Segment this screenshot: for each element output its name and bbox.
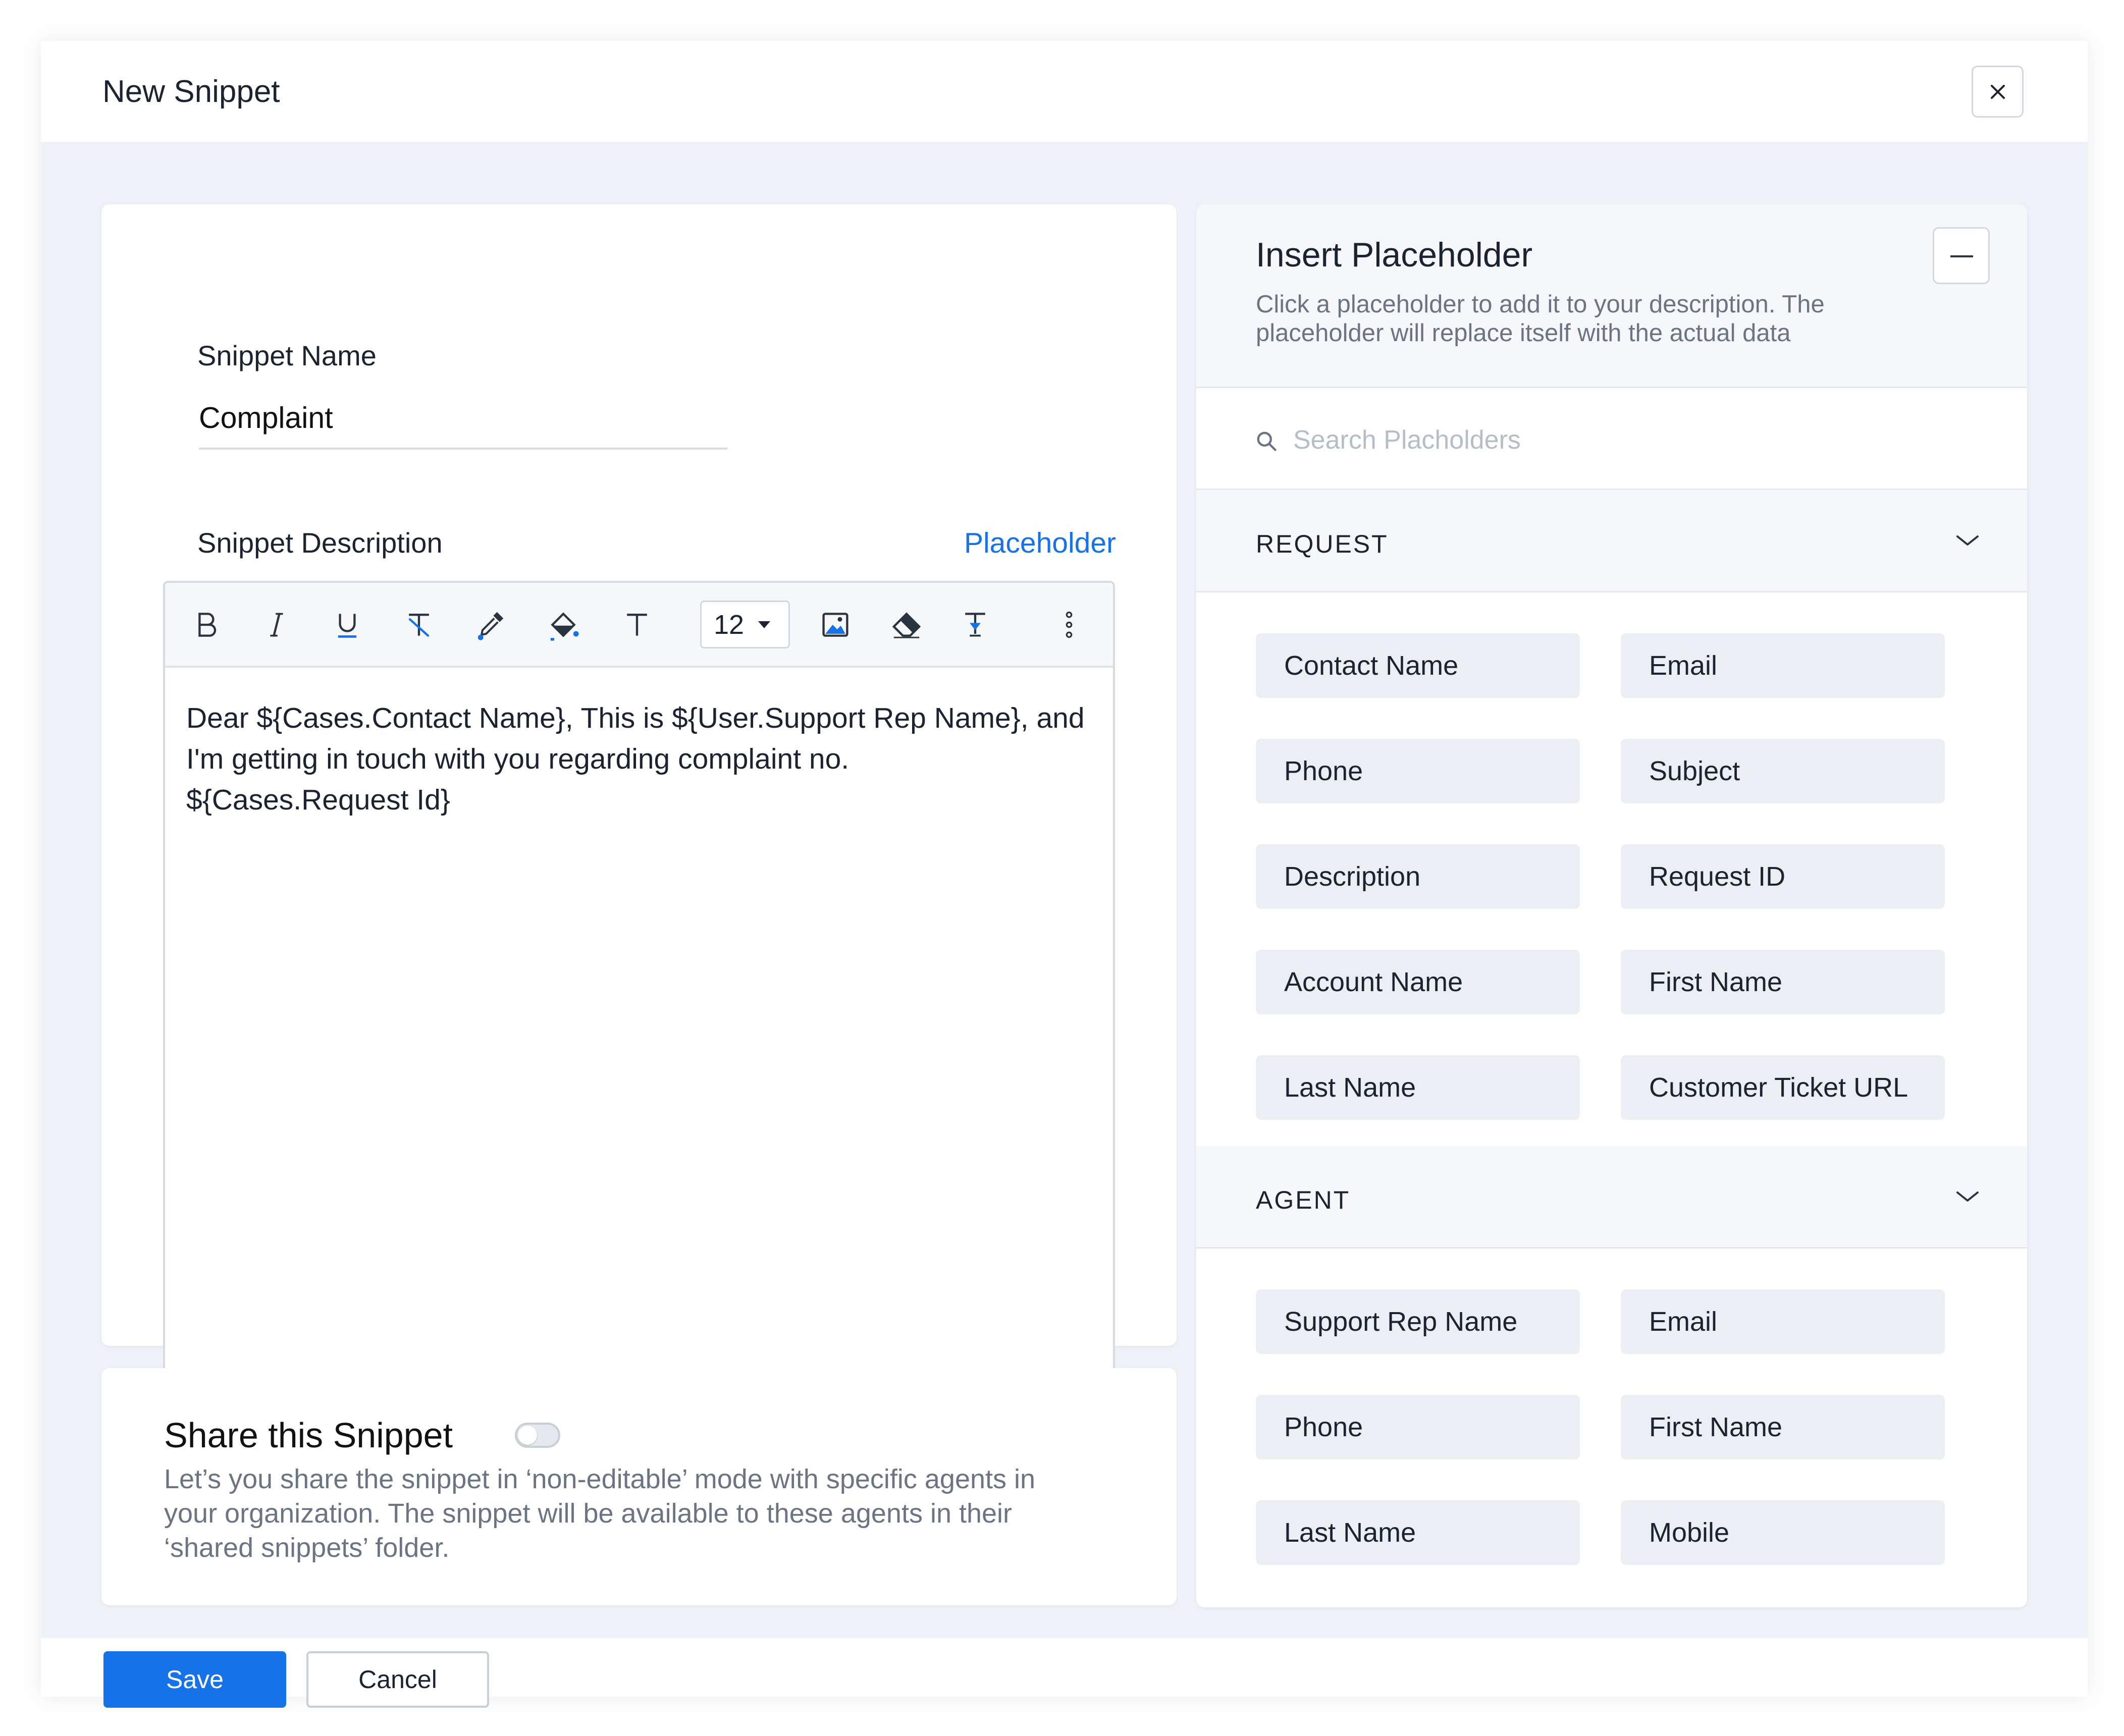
font-size-select[interactable]: 12 <box>700 601 790 648</box>
placeholder-chip[interactable]: First Name <box>1621 1395 1945 1459</box>
fill-color-button[interactable] <box>541 602 586 647</box>
panel-subtitle-line: Click a placeholder to add it to your de… <box>1256 291 1825 318</box>
share-description-line: ‘shared snippets’ folder. <box>164 1533 450 1563</box>
snippet-name-underline <box>199 448 727 450</box>
bold-icon <box>198 613 217 637</box>
placeholder-chip[interactable]: Mobile <box>1621 1500 1945 1565</box>
modal-body: Snippet Name Complaint Snippet Descripti… <box>41 142 2088 1638</box>
snippet-form-card: Snippet Name Complaint Snippet Descripti… <box>101 204 1177 1408</box>
placeholder-chip[interactable]: Customer Ticket URL <box>1621 1055 1945 1120</box>
placeholder-chip[interactable]: First Name <box>1621 950 1945 1014</box>
snippet-description-label: Snippet Description <box>197 527 443 559</box>
panel-subtitle-line: placeholder will replace itself with the… <box>1256 319 1791 347</box>
italic-button[interactable] <box>254 602 299 647</box>
chevron-down-icon <box>1956 1191 1979 1202</box>
font-size-value: 12 <box>714 609 745 640</box>
share-snippet-card: Share this Snippet Let’s you share the s… <box>101 1368 1177 1605</box>
panel-title: Insert Placeholder <box>1256 236 1533 274</box>
clear-format-icon <box>408 614 430 637</box>
underline-icon <box>338 614 356 638</box>
search-icon <box>1257 431 1277 451</box>
clear-format-button[interactable] <box>396 602 442 647</box>
italic-icon <box>270 613 283 637</box>
placeholder-chip[interactable]: Contact Name <box>1256 633 1580 698</box>
editor-line: ${Cases.Request Id} <box>186 784 450 816</box>
close-icon <box>1990 84 2005 99</box>
font-icon <box>627 614 647 636</box>
editor-content[interactable]: Dear ${Cases.Contact Name}, This is ${Us… <box>186 698 1085 821</box>
section-header-request[interactable]: REQUEST <box>1196 490 2027 592</box>
share-description-line: your organization. The snippet will be a… <box>164 1498 1013 1529</box>
editor-toolbar: 12 <box>165 583 1113 668</box>
placeholder-chip[interactable]: Email <box>1621 1289 1945 1354</box>
placeholder-search <box>1196 388 2027 490</box>
placeholder-chip[interactable]: Last Name <box>1256 1500 1580 1565</box>
snippet-name-label: Snippet Name <box>197 340 377 371</box>
minimize-button[interactable] <box>1933 227 1990 284</box>
panel-header: Insert Placeholder Click a placeholder t… <box>1196 204 2027 388</box>
underline-button[interactable] <box>325 602 370 647</box>
placeholder-chip[interactable]: Description <box>1256 844 1580 909</box>
more-vertical-icon <box>1066 611 1073 638</box>
fill-color-icon <box>550 612 579 641</box>
placeholder-chip[interactable]: Last Name <box>1256 1055 1580 1120</box>
paste-format-icon <box>965 613 985 637</box>
editor-line: I'm getting in touch with you regarding … <box>186 743 849 775</box>
share-description-line: Let’s you share the snippet in ‘non-edit… <box>164 1464 1036 1494</box>
insert-placeholder-panel: Insert Placeholder Click a placeholder t… <box>1196 204 2027 1607</box>
caret-down-icon <box>758 621 770 628</box>
panel-subtitle: Click a placeholder to add it to your de… <box>1256 290 1912 348</box>
snippet-name-input[interactable]: Complaint <box>199 403 333 433</box>
save-button[interactable]: Save <box>103 1651 286 1708</box>
paste-format-button[interactable] <box>952 602 998 647</box>
insert-image-button[interactable] <box>813 602 858 647</box>
modal-header: New Snippet <box>41 41 2088 142</box>
share-toggle[interactable] <box>515 1423 560 1448</box>
editor-line: Dear ${Cases.Contact Name}, This is ${Us… <box>186 702 1085 734</box>
minus-icon <box>1950 255 1973 257</box>
close-button[interactable] <box>1972 66 2024 118</box>
bold-button[interactable] <box>183 602 229 647</box>
chevron-down-icon <box>1956 535 1979 546</box>
placeholder-chip[interactable]: Request ID <box>1621 844 1945 909</box>
share-title: Share this Snippet <box>164 1416 453 1455</box>
more-options-button[interactable] <box>1046 602 1092 647</box>
cancel-button[interactable]: Cancel <box>306 1651 489 1708</box>
search-input[interactable] <box>1292 419 1950 461</box>
placeholder-chip[interactable]: Account Name <box>1256 950 1580 1014</box>
placeholder-chip[interactable]: Phone <box>1256 739 1580 803</box>
text-color-button[interactable] <box>468 602 513 647</box>
rich-text-editor[interactable]: 12 Dear ${Cases.Contact Name}, This is $… <box>163 581 1115 1408</box>
placeholder-link[interactable]: Placeholder <box>964 529 1116 558</box>
toggle-knob <box>518 1426 537 1445</box>
placeholder-chip[interactable]: Phone <box>1256 1395 1580 1459</box>
placeholder-chip[interactable]: Support Rep Name <box>1256 1289 1580 1354</box>
section-header-agent[interactable]: AGENT <box>1196 1146 2027 1249</box>
modal-title: New Snippet <box>102 74 280 109</box>
section-title: AGENT <box>1256 1186 1351 1214</box>
eraser-icon <box>892 612 921 638</box>
section-title: REQUEST <box>1256 530 1389 558</box>
placeholder-chip[interactable]: Email <box>1621 633 1945 698</box>
modal-footer: Save Cancel <box>41 1638 2088 1708</box>
text-color-icon <box>477 612 504 640</box>
new-snippet-modal: New Snippet Snippet Name Complaint Snipp… <box>41 41 2088 1708</box>
insert-image-icon <box>822 613 848 637</box>
share-description: Let’s you share the snippet in ‘non-edit… <box>164 1462 1123 1565</box>
eraser-button[interactable] <box>884 602 929 647</box>
placeholder-chip[interactable]: Subject <box>1621 739 1945 803</box>
font-button[interactable] <box>614 602 660 647</box>
